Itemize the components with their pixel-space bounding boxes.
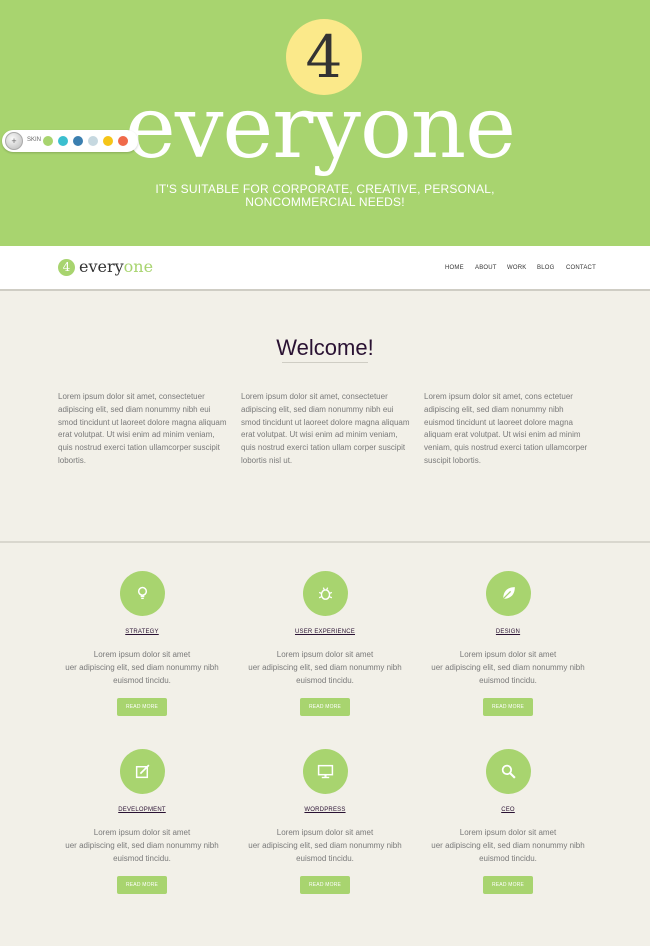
skin-swatch-blue[interactable] — [73, 136, 83, 146]
nav-about[interactable]: ABOUT — [475, 265, 497, 271]
hero-subtitle-line: NONCOMMERCIAL NEEDS! — [245, 195, 405, 209]
service-description: Lorem ipsum dolor sit amet uer adipiscin… — [418, 827, 598, 865]
nav-contact[interactable]: CONTACT — [566, 265, 596, 271]
section-divider — [0, 541, 650, 543]
skin-swatch-teal[interactable] — [58, 136, 68, 146]
service-description-line: uer adipiscing elit, sed diam nonummy ni… — [65, 840, 219, 850]
navbar: 4 everyone HOME ABOUT WORK BLOG CONTACT — [0, 246, 650, 291]
service-icon-circle — [303, 749, 348, 794]
hero-title: everyone — [124, 78, 516, 178]
hero-subtitle: IT'S SUITABLE FOR CORPORATE, CREATIVE, P… — [100, 183, 550, 209]
service-description-line: Lorem ipsum dolor sit amet — [276, 828, 374, 837]
service-description-line: Lorem ipsum dolor sit amet — [93, 650, 191, 659]
service-description-line: euismod tincidu. — [479, 675, 537, 685]
service-description-line: Lorem ipsum dolor sit amet — [276, 650, 374, 659]
read-more-button[interactable]: READ MORE — [300, 698, 350, 716]
service-description-line: Lorem ipsum dolor sit amet — [459, 650, 557, 659]
logo-badge[interactable]: 4 — [58, 259, 75, 276]
service-icon-circle — [486, 749, 531, 794]
skin-switcher: + SKIN — [2, 130, 138, 152]
welcome-column-2: Lorem ipsum dolor sit amet, consectetuer… — [241, 392, 410, 465]
lightbulb-icon — [137, 586, 148, 600]
service-icon-circle — [120, 571, 165, 616]
read-more-button[interactable]: READ MORE — [483, 698, 533, 716]
service-description-line: euismod tincidu. — [296, 853, 354, 863]
service-icon-circle — [486, 571, 531, 616]
service-description: Lorem ipsum dolor sit amet uer adipiscin… — [235, 827, 415, 865]
nav-blog[interactable]: BLOG — [537, 265, 554, 271]
nav-home[interactable]: HOME — [445, 265, 464, 271]
service-description-line: uer adipiscing elit, sed diam nonummy ni… — [431, 840, 585, 850]
welcome-column-3: Lorem ipsum dolor sit amet, cons ectetue… — [424, 392, 588, 465]
leaf-icon — [502, 587, 515, 600]
service-icon-circle — [303, 571, 348, 616]
service-title[interactable]: WORDPRESS — [235, 807, 415, 813]
read-more-button[interactable]: READ MORE — [300, 876, 350, 894]
service-description-line: uer adipiscing elit, sed diam nonummy ni… — [248, 840, 402, 850]
service-description: Lorem ipsum dolor sit amet uer adipiscin… — [418, 649, 598, 687]
logo-text-part2: one — [123, 257, 154, 276]
skin-swatch-red[interactable] — [118, 136, 128, 146]
nav-work[interactable]: WORK — [507, 265, 526, 271]
edit-icon — [135, 764, 150, 779]
skin-toggle-button[interactable]: + — [5, 132, 23, 150]
service-icon-circle — [120, 749, 165, 794]
logo-text-part1: every — [79, 257, 124, 276]
logo[interactable]: everyone — [79, 257, 153, 277]
read-more-button[interactable]: READ MORE — [117, 876, 167, 894]
service-title[interactable]: CEO — [418, 807, 598, 813]
skin-swatch-lightblue[interactable] — [88, 136, 98, 146]
service-title[interactable]: DEVELOPMENT — [52, 807, 232, 813]
service-description-line: Lorem ipsum dolor sit amet — [459, 828, 557, 837]
service-description: Lorem ipsum dolor sit amet uer adipiscin… — [235, 649, 415, 687]
service-description-line: uer adipiscing elit, sed diam nonummy ni… — [248, 662, 402, 672]
service-description-line: euismod tincidu. — [479, 853, 537, 863]
search-icon — [501, 764, 516, 779]
hero-banner: 4 everyone IT'S SUITABLE FOR CORPORATE, … — [0, 0, 650, 246]
service-description: Lorem ipsum dolor sit amet uer adipiscin… — [52, 649, 232, 687]
service-description-line: uer adipiscing elit, sed diam nonummy ni… — [431, 662, 585, 672]
service-description-line: euismod tincidu. — [113, 675, 171, 685]
service-title[interactable]: DESIGN — [418, 629, 598, 635]
skin-label: SKIN — [27, 137, 42, 143]
read-more-button[interactable]: READ MORE — [117, 698, 167, 716]
welcome-column-1: Lorem ipsum dolor sit amet, consectetuer… — [58, 392, 227, 465]
service-description-line: Lorem ipsum dolor sit amet — [93, 828, 191, 837]
welcome-divider — [282, 362, 368, 363]
bug-icon — [318, 587, 333, 600]
service-title[interactable]: STRATEGY — [52, 629, 232, 635]
service-description: Lorem ipsum dolor sit amet uer adipiscin… — [52, 827, 232, 865]
read-more-button[interactable]: READ MORE — [483, 876, 533, 894]
skin-swatch-yellow[interactable] — [103, 136, 113, 146]
service-description-line: euismod tincidu. — [113, 853, 171, 863]
welcome-title: Welcome! — [276, 335, 374, 360]
service-description-line: uer adipiscing elit, sed diam nonummy ni… — [65, 662, 219, 672]
monitor-icon — [317, 764, 334, 779]
service-title[interactable]: USER EXPERIENCE — [235, 629, 415, 635]
service-description-line: euismod tincidu. — [296, 675, 354, 685]
skin-swatch-green[interactable] — [43, 136, 53, 146]
